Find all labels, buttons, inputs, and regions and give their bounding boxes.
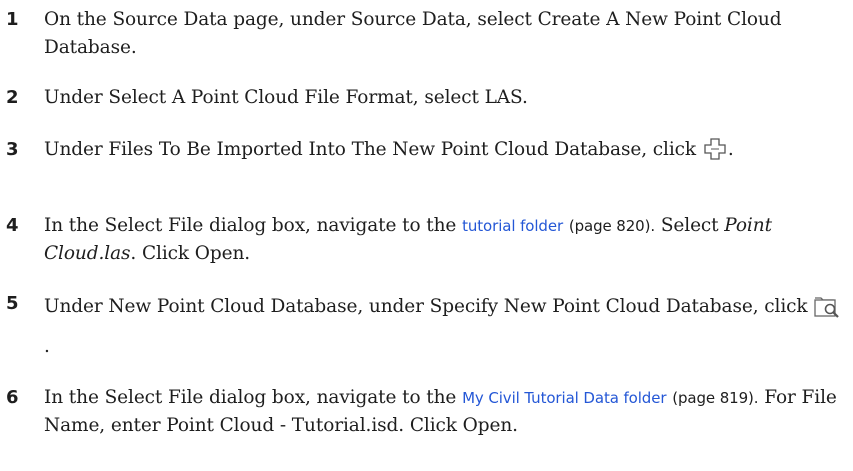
step-2: 2 Under Select A Point Cloud File Format… <box>0 84 845 112</box>
step-text: Under Files To Be Imported Into The New … <box>44 136 845 170</box>
step-text: In the Select File dialog box, navigate … <box>44 387 837 436</box>
step-number: 2 <box>6 87 19 108</box>
step-number: 4 <box>6 215 19 236</box>
step-5: 5 Under New Point Cloud Database, under … <box>0 290 845 364</box>
step-3: 3 Under Files To Be Imported Into The Ne… <box>0 136 845 170</box>
step-number: 5 <box>6 293 19 314</box>
step-text: In the Select File dialog box, navigate … <box>44 215 772 264</box>
step-number: 1 <box>6 9 19 30</box>
step-4: 4 In the Select File dialog box, navigat… <box>0 212 845 268</box>
step-text: On the Source Data page, under Source Da… <box>44 9 782 58</box>
step-number: 6 <box>6 387 19 408</box>
page-reference: (page 820). <box>568 217 656 235</box>
step-text: Under Select A Point Cloud File Format, … <box>44 87 528 108</box>
add-icon <box>702 137 728 170</box>
step-text: Under New Point Cloud Database, under Sp… <box>44 290 845 364</box>
page-reference: (page 819). <box>672 389 759 407</box>
my-civil-tutorial-data-folder-link[interactable]: My Civil Tutorial Data folder <box>462 389 666 407</box>
tutorial-folder-link[interactable]: tutorial folder <box>462 217 563 235</box>
step-6: 6 In the Select File dialog box, navigat… <box>0 384 845 440</box>
step-1: 1 On the Source Data page, under Source … <box>0 6 845 62</box>
step-number: 3 <box>6 139 19 160</box>
instruction-list: 1 On the Source Data page, under Source … <box>0 0 853 471</box>
browse-folder-icon <box>813 294 841 330</box>
